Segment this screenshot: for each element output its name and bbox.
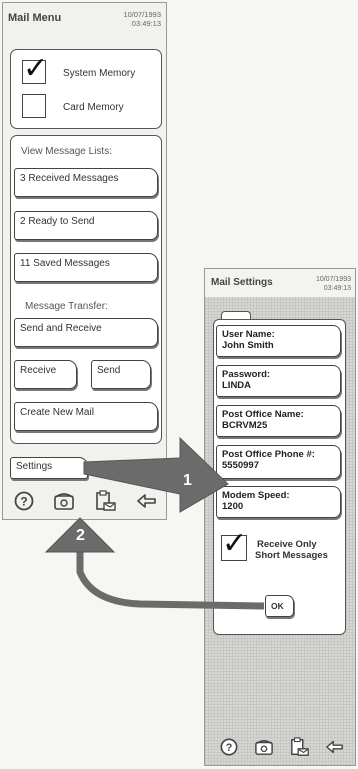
ready-to-send-button[interactable]: 2 Ready to Send: [14, 211, 158, 240]
send-button[interactable]: Send: [91, 360, 151, 389]
settings-button[interactable]: Settings: [10, 457, 88, 479]
phone-icon[interactable]: [52, 489, 76, 513]
short-messages-checkbox[interactable]: ✓: [221, 527, 247, 561]
arrow-1-number: 1: [183, 472, 192, 489]
mail-settings-title: Mail Settings: [211, 277, 273, 288]
svg-text:?: ?: [226, 742, 233, 754]
system-memory-label: System Memory: [63, 68, 136, 79]
user-name-field[interactable]: User Name: John Smith: [216, 325, 341, 357]
system-memory-checkbox[interactable]: ✓: [22, 52, 48, 86]
card-memory-checkbox[interactable]: [22, 94, 46, 118]
ok-button[interactable]: OK: [265, 595, 294, 617]
card-memory-label: Card Memory: [63, 102, 124, 113]
mail-menu-panel: Mail Menu 10/07/1993 03:49:13 ✓ System M…: [2, 2, 167, 520]
send-and-receive-button[interactable]: Send and Receive: [14, 318, 158, 347]
create-new-mail-button[interactable]: Create New Mail: [14, 402, 158, 431]
checkmark-icon: ✓: [23, 51, 49, 86]
password-value: LINDA: [222, 380, 252, 391]
memory-group: ✓ System Memory Card Memory: [10, 49, 162, 129]
time-text: 03:49:13: [323, 285, 351, 292]
phone-icon[interactable]: [252, 735, 276, 759]
mail-settings-panel: Mail Settings 10/07/1993 03:49:13 User N…: [204, 268, 356, 766]
post-office-phone-value: 5550997: [222, 460, 259, 471]
short-messages-label-line2: Short Messages: [255, 550, 328, 561]
time-text: 03:49:13: [131, 19, 161, 28]
message-lists-group: View Message Lists: 3 Received Messages …: [10, 135, 162, 444]
password-field[interactable]: Password: LINDA: [216, 365, 341, 397]
post-office-name-value: BCRVM25: [222, 420, 268, 431]
svg-text:?: ?: [20, 495, 27, 509]
checkmark-icon: ✓: [222, 526, 248, 561]
arrow-2-number: 2: [76, 527, 85, 544]
user-name-label: User Name:: [222, 329, 275, 340]
back-arrow-icon[interactable]: [135, 489, 159, 513]
user-name-value: John Smith: [222, 340, 274, 351]
help-icon[interactable]: ?: [217, 735, 241, 759]
modem-speed-value: 1200: [222, 501, 244, 512]
post-office-phone-label: Post Office Phone #:: [222, 449, 315, 460]
post-office-name-field[interactable]: Post Office Name: BCRVM25: [216, 405, 341, 437]
receive-button[interactable]: Receive: [14, 360, 77, 389]
message-transfer-heading: Message Transfer:: [25, 301, 108, 312]
post-office-phone-field[interactable]: Post Office Phone #: 5550997: [216, 445, 341, 479]
mail-menu-timestamp: 10/07/1993 03:49:13: [103, 10, 161, 28]
modem-speed-field[interactable]: Modem Speed: 1200: [216, 486, 341, 518]
clipboard-icon[interactable]: [288, 735, 312, 759]
short-messages-label: Receive Only Short Messages: [255, 539, 328, 561]
date-text: 10/07/1993: [123, 10, 161, 19]
mail-settings-timestamp: 10/07/1993 03:49:13: [293, 275, 351, 293]
clipboard-icon[interactable]: [94, 489, 118, 513]
message-lists-heading: View Message Lists:: [21, 146, 112, 157]
mail-menu-title: Mail Menu: [8, 12, 62, 24]
saved-messages-button[interactable]: 11 Saved Messages: [14, 253, 158, 282]
post-office-name-label: Post Office Name:: [222, 409, 304, 420]
received-messages-button[interactable]: 3 Received Messages: [14, 168, 158, 197]
modem-speed-label: Modem Speed:: [222, 490, 290, 501]
help-icon[interactable]: ?: [12, 489, 36, 513]
password-label: Password:: [222, 369, 271, 380]
back-arrow-icon[interactable]: [323, 735, 347, 759]
short-messages-label-line1: Receive Only: [257, 539, 317, 550]
date-text: 10/07/1993: [315, 276, 351, 283]
